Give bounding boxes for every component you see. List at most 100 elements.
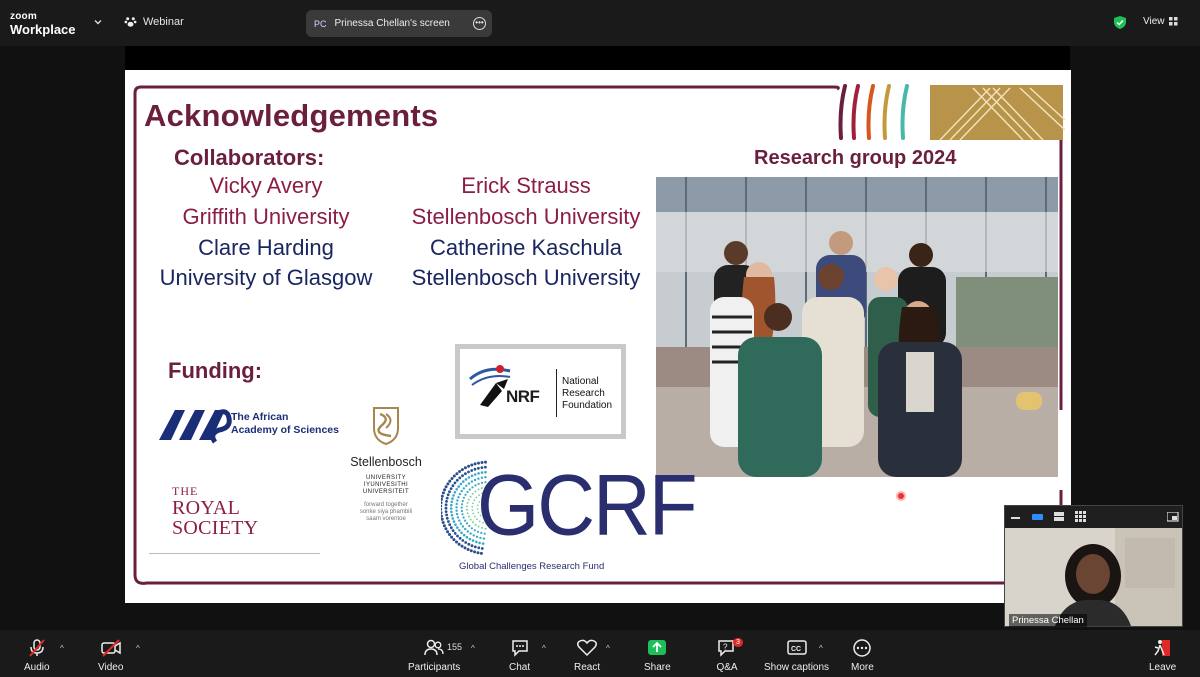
share-button[interactable]: Share [644, 638, 671, 673]
gcrf-globe-dot [468, 537, 472, 541]
research-group-title: Research group 2024 [754, 147, 957, 169]
gcrf-globe-dot [466, 490, 469, 494]
gcrf-globe-dot [462, 480, 465, 483]
react-button[interactable]: React [574, 638, 600, 673]
gcrf-globe-dot [441, 517, 444, 521]
gcrf-globe-dot [445, 516, 449, 520]
zoom-logo[interactable]: zoom Workplace [10, 12, 76, 37]
gcrf-globe-dot [450, 510, 453, 514]
gcrf-globe-dot [456, 526, 459, 529]
microphone-muted-icon [29, 639, 45, 657]
stellenbosch-uni-line3: UNIVERSITEIT [362, 489, 410, 495]
gcrf-globe-dot [444, 510, 448, 513]
audio-button[interactable]: Audio [24, 638, 50, 673]
gcrf-globe-dot [472, 534, 475, 537]
gallery-view-icon[interactable] [1075, 511, 1087, 523]
collaborator-name: Erick Strauss [461, 173, 591, 198]
gcrf-globe-dot [473, 499, 476, 502]
gcrf-globe-dot [455, 478, 459, 482]
participants-options-caret[interactable]: ^ [471, 644, 475, 653]
participants-count: 155 [447, 642, 463, 652]
speaker-view-icon[interactable] [1032, 513, 1044, 521]
gcrf-globe-dot [441, 521, 445, 524]
gcrf-globe-dot [455, 472, 459, 476]
self-view-video [1005, 528, 1182, 626]
collaborators-left: Vicky Avery Griffith University Clare Ha… [135, 171, 397, 294]
leave-button[interactable]: Leave [1149, 638, 1176, 673]
gcrf-globe-dot [448, 533, 451, 536]
nrf-wordmark: NRF [506, 387, 540, 406]
video-button[interactable]: Video [98, 638, 123, 673]
gcrf-globe-dot [446, 482, 450, 486]
gcrf-globe-dot [470, 527, 474, 530]
gcrf-globe-dot [471, 521, 474, 524]
gcrf-globe-dot [441, 501, 443, 505]
video-options-caret[interactable]: ^ [136, 644, 140, 653]
screen-share-indicator[interactable]: PC Prinessa Chellan's screen ••• [306, 10, 492, 37]
view-button[interactable]: View [1143, 16, 1178, 27]
audio-options-caret[interactable]: ^ [60, 644, 64, 653]
gcrf-globe-dot [467, 464, 471, 468]
aas-line1: The African [231, 411, 289, 423]
gcrf-globe-dot [450, 477, 454, 480]
gcrf-globe-dot [441, 504, 443, 508]
presentation-slide: Acknowledgements Collaborators: Vicky Av… [125, 70, 1071, 603]
royal-society-society: SOCIETY [172, 517, 259, 539]
captions-options-caret[interactable]: ^ [819, 644, 823, 653]
gcrf-globe-dot [465, 484, 468, 488]
gcrf-globe-dot [460, 468, 464, 472]
pop-out-icon[interactable] [1167, 512, 1179, 522]
gcrf-globe-dot [451, 484, 455, 488]
meeting-type[interactable]: Webinar [124, 15, 184, 28]
gcrf-globe-dot [466, 548, 470, 551]
self-view-panel[interactable]: Prinessa Chellan [1004, 505, 1183, 627]
svg-text:?: ? [723, 643, 728, 652]
chevron-down-icon[interactable] [92, 16, 104, 28]
stellenbosch-university-text: UNIVERSITY IYUNIVESITHI UNIVERSITEIT [343, 475, 429, 496]
gcrf-globe-dot [470, 544, 474, 548]
more-options-icon[interactable]: ••• [473, 17, 486, 30]
gcrf-globe-dot [446, 530, 450, 534]
react-options-caret[interactable]: ^ [606, 644, 610, 653]
more-button[interactable]: More [851, 638, 874, 673]
gcrf-globe-dot [457, 542, 461, 546]
gcrf-globe-dot [463, 527, 467, 531]
gcrf-globe-dot [466, 530, 470, 533]
stellenbosch-motto-line1: forward together [364, 502, 408, 508]
gcrf-globe-dot [465, 505, 469, 508]
chat-button[interactable]: Chat [509, 638, 530, 673]
gcrf-globe-dot [441, 497, 443, 501]
gcrf-globe-dot [470, 469, 474, 472]
gcrf-globe-dot [471, 492, 474, 495]
gcrf-globe-dot [462, 533, 466, 537]
gcrf-globe-dot [471, 539, 475, 542]
nrf-logo: NRF National Research Foundation [455, 344, 626, 439]
gcrf-globe-dot [444, 485, 448, 489]
collaborator-institution: Griffith University [182, 203, 350, 229]
grid-icon [1168, 17, 1177, 26]
collaborator-name: Catherine Kaschula [429, 234, 622, 260]
react-label: React [574, 662, 601, 673]
gcrf-globe-dot [452, 520, 456, 523]
gcrf-globe-dot [473, 515, 476, 518]
minimize-icon[interactable] [1011, 514, 1021, 520]
gcrf-globe-dot [469, 549, 473, 553]
gcrf-globe-dot [458, 476, 462, 480]
gcrf-globe-dot [455, 512, 459, 516]
gcrf-globe-dot [452, 494, 455, 497]
gcrf-globe-dot [448, 479, 452, 483]
gcrf-globe-dot [461, 525, 465, 528]
shield-check-icon[interactable] [1113, 15, 1127, 30]
stellenbosch-motto: forward together sonke siya phambili saa… [343, 502, 429, 523]
gcrf-globe-dot [466, 501, 469, 504]
gcrf-globe-dot [466, 512, 469, 515]
heart-icon [577, 639, 598, 657]
nrf-line3: Foundation [562, 400, 613, 411]
gcrf-globe-dot [464, 541, 468, 544]
gcrf-globe-dot [453, 491, 457, 494]
gcrf-globe-dot [460, 506, 463, 509]
gcrf-wordmark: GCRF [477, 456, 698, 553]
gcrf-globe-dot [449, 526, 453, 530]
chat-options-caret[interactable]: ^ [542, 644, 546, 653]
split-view-icon[interactable] [1054, 512, 1065, 522]
